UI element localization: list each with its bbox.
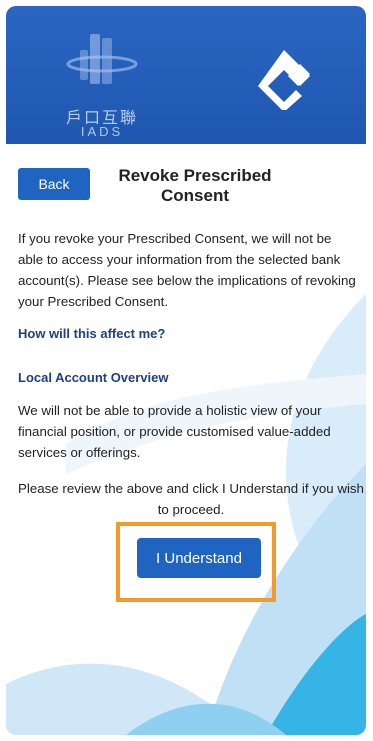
app-frame: 戶口互聯 IADS Back Revoke Prescribed Consent… xyxy=(6,6,366,735)
affect-heading[interactable]: How will this affect me? xyxy=(18,326,165,341)
local-account-text: We will not be able to provide a holisti… xyxy=(18,403,331,460)
page-title: Revoke Prescribed Consent xyxy=(118,166,272,205)
local-account-heading: Local Account Overview xyxy=(18,370,169,385)
header-banner: 戶口互聯 IADS xyxy=(6,6,366,144)
review-text: Please review the above and click I Unde… xyxy=(18,481,364,517)
consent-content: Back Revoke Prescribed Consent If you re… xyxy=(6,144,366,735)
back-button[interactable]: Back xyxy=(18,168,90,200)
iads-logo: 戶口互聯 IADS xyxy=(52,20,152,140)
i-understand-button[interactable]: I Understand xyxy=(137,538,261,578)
intro-text: If you revoke your Prescribed Consent, w… xyxy=(18,231,356,309)
iads-logo-icon xyxy=(66,34,138,84)
bank-logo-icon xyxy=(258,50,310,110)
iads-logo-subtext: IADS xyxy=(80,124,124,139)
